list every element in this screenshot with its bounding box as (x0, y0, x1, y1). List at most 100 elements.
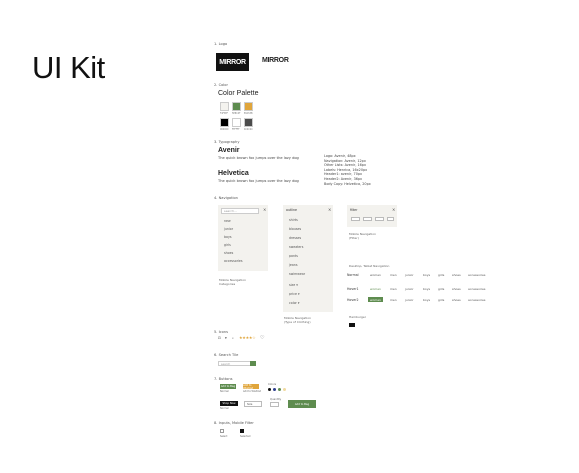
nav-item[interactable]: shoes (224, 251, 233, 255)
checkbox-unchecked[interactable] (220, 429, 224, 433)
panel-header: filter (350, 208, 358, 212)
nav-accessories[interactable]: accessories (468, 298, 485, 302)
chevron-down-icon[interactable]: ▾ (225, 336, 227, 340)
section-logo-label: 1. Logo (214, 42, 228, 46)
mobile-nav-categories: search... × new junior boys girls shoes … (218, 205, 268, 271)
nav-boys[interactable]: boys (423, 298, 430, 302)
page-title: UI Kit (32, 50, 105, 85)
mobile-nav-filter: filter × (347, 205, 397, 227)
section-search-label: 6. Search Tile (214, 353, 239, 357)
logo-white: MIRROR (262, 57, 289, 64)
section-inputs-label: 8. Inputs, Mobile Filter (214, 421, 254, 425)
filter-chip[interactable] (387, 217, 394, 221)
nav-item[interactable]: shirts (289, 218, 298, 222)
panel-header: outline (286, 208, 297, 212)
mobile-nav-clothing: outline × shirts blouses dresses sweater… (283, 205, 333, 312)
nav-women-hover[interactable]: women (370, 287, 381, 291)
swatch-label: 000000 (220, 128, 229, 131)
nav-men[interactable]: men (390, 273, 397, 277)
nav-boys[interactable]: boys (423, 287, 430, 291)
nav-shoes[interactable]: shoes (452, 298, 461, 302)
search-icon[interactable]: ⌕ (232, 336, 234, 340)
palette-title: Color Palette (218, 90, 259, 97)
swatch-gray (244, 118, 253, 127)
nav-item[interactable]: dresses (289, 236, 301, 240)
section-color-label: 2. Color (214, 83, 228, 87)
nav-shoes[interactable]: shoes (452, 273, 461, 277)
typography-specs: Logo: Avenir, 48px Navigation: Avenir, 1… (324, 154, 371, 186)
quantity-stepper[interactable] (270, 402, 279, 407)
search-tile-button[interactable] (250, 361, 256, 366)
caption: Categories (219, 282, 236, 286)
swatch-white (232, 118, 241, 127)
filter-price[interactable]: price ▾ (289, 292, 300, 296)
nav-boys[interactable]: boys (423, 273, 430, 277)
nav-item[interactable]: swimwear (289, 272, 305, 276)
nav-item[interactable]: sweaters (289, 245, 303, 249)
color-swatch-navy[interactable] (273, 388, 276, 391)
hamburger-icon[interactable] (349, 323, 355, 327)
nav-item[interactable]: pants (289, 254, 298, 258)
state-label: Hover2 (347, 298, 359, 302)
checkbox-caption: Select (220, 435, 228, 438)
caption: (Filter) (349, 236, 359, 240)
nav-girls[interactable]: girls (438, 273, 444, 277)
nav-men[interactable]: men (390, 287, 397, 291)
color-swatch-green[interactable] (278, 388, 281, 391)
nav-girls[interactable]: girls (438, 298, 444, 302)
caption: (Type of Clothing) (284, 320, 311, 324)
color-swatch-sand[interactable] (283, 388, 286, 391)
nav-accessories[interactable]: accessories (468, 273, 485, 277)
nav-item[interactable]: girls (224, 243, 231, 247)
close-icon[interactable]: × (392, 207, 395, 212)
nav-item[interactable]: blouses (289, 227, 301, 231)
size-select[interactable]: Size (244, 401, 262, 407)
nav-item[interactable]: accessories (224, 259, 243, 263)
nav-accessories[interactable]: accessories (468, 287, 485, 291)
swatch-label: 4C4C4C (244, 128, 253, 131)
shop-now-button[interactable]: Shop Now (220, 401, 238, 406)
filter-size[interactable]: size ▾ (289, 283, 298, 287)
filter-chip[interactable] (375, 217, 384, 221)
state-label: Hover1 (347, 287, 359, 291)
bag-icon[interactable]: ⊡ (218, 336, 221, 340)
nav-shoes[interactable]: shoes (452, 287, 461, 291)
nav-item[interactable]: junior (224, 227, 233, 231)
nav-item[interactable]: boys (224, 235, 232, 239)
wishlist-button[interactable]: Add to Wishlist (243, 384, 259, 390)
close-icon[interactable]: × (263, 207, 266, 212)
search-tile-input[interactable]: search (218, 361, 252, 366)
filter-color[interactable]: color ▾ (289, 301, 299, 305)
nav-men[interactable]: men (390, 298, 397, 302)
nav-item[interactable]: jeans (289, 263, 297, 267)
colors-label: Colors (268, 383, 277, 386)
add-to-bag-button[interactable]: Add to Bag (220, 384, 236, 389)
nav-women-active[interactable]: women (368, 297, 383, 302)
desktop-nav-title: Desktop, Tablet Navigation (349, 264, 390, 268)
ui-kit-sheet: 1. Logo MIRROR MIRROR 2. Color Color Pal… (212, 40, 494, 445)
search-input[interactable]: search... (221, 208, 259, 214)
checkbox-checked[interactable] (240, 429, 244, 433)
swatch-green (232, 102, 241, 111)
helvetica-heading: Helvetica (218, 170, 249, 177)
close-icon[interactable]: × (328, 207, 331, 212)
spec-line: Body Copy: Helvetica, 20px (324, 181, 371, 186)
nav-junior[interactable]: junior (405, 287, 414, 291)
helvetica-sample: The quick brown fox jumps over the lazy … (218, 179, 299, 183)
quantity-label: Quantity (270, 398, 282, 401)
nav-junior[interactable]: junior (405, 298, 414, 302)
nav-junior[interactable]: junior (405, 273, 414, 277)
swatch-black (220, 118, 229, 127)
add-to-bag-large-button[interactable]: Add to Bag (288, 400, 316, 408)
nav-women[interactable]: women (370, 273, 381, 277)
color-swatch-black[interactable] (268, 388, 271, 391)
state-label: Normal (347, 273, 359, 277)
nav-girls[interactable]: girls (438, 287, 444, 291)
avenir-sample: The quick brown fox jumps over the lazy … (218, 156, 299, 160)
filter-chip[interactable] (351, 217, 360, 221)
filter-chip[interactable] (363, 217, 372, 221)
avenir-heading: Avenir (218, 147, 240, 154)
heart-icon[interactable]: ♡ (260, 335, 264, 341)
button-caption: Normal (220, 407, 229, 410)
nav-item[interactable]: new (224, 219, 231, 223)
